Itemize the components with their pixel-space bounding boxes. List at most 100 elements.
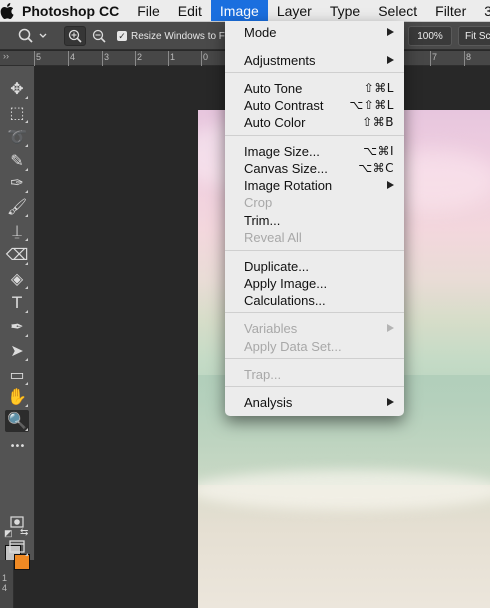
eyedropper-icon: ✑ — [10, 173, 24, 192]
move-tool[interactable]: ✥ — [5, 78, 29, 100]
submenu-arrow-icon — [387, 28, 394, 36]
menu-item-auto-color[interactable]: Auto Color ⇧⌘B — [225, 114, 404, 131]
lasso-tool[interactable]: ➰ — [5, 126, 29, 148]
tools-panel: ✥ ⬚ ➰ ✎ ✑ 🖌 ⍊ ⌫ ◈ T ✒ ➤ ▭ ✋ 🔍 ••• ◩ ⇆ — [0, 66, 35, 570]
rectangle-icon: ▭ — [9, 365, 25, 384]
rectangle-tool[interactable]: ▭ — [5, 364, 29, 386]
pen-icon: ✒ — [10, 317, 24, 336]
menu-item-calculations[interactable]: Calculations... — [225, 292, 404, 309]
type-icon: T — [12, 293, 22, 312]
menu-item-shortcut: ⌥⌘I — [363, 144, 394, 158]
menu-item-label: Auto Tone — [244, 81, 303, 96]
menu-separator — [225, 312, 404, 313]
vertical-ruler-label: 4 — [2, 583, 8, 593]
ruler-label: 2 — [137, 52, 143, 62]
eyedropper-tool[interactable]: ✑ — [5, 172, 29, 194]
brush-icon: 🖌 — [6, 197, 28, 216]
menu-item-label: Trap... — [244, 367, 282, 382]
menu-file[interactable]: File — [128, 0, 169, 21]
quick-selection-icon: ✎ — [10, 151, 24, 170]
paint-bucket-icon: ◈ — [10, 269, 24, 288]
menu-photoshop-cc[interactable]: Photoshop CC — [14, 0, 128, 21]
menu-3[interactable]: 3 — [475, 0, 490, 21]
menu-item-label: Duplicate... — [244, 259, 310, 274]
path-selection-tool[interactable]: ➤ — [5, 340, 29, 362]
menu-separator — [225, 358, 404, 359]
menu-item-label: Auto Contrast — [244, 98, 324, 113]
quick-mask-icon[interactable] — [5, 511, 29, 533]
lasso-icon: ➰ — [7, 127, 27, 146]
ruler-label: 7 — [432, 52, 438, 62]
menu-item-label: Calculations... — [244, 293, 326, 308]
menu-image[interactable]: Image — [210, 0, 268, 21]
zoom-icon: 🔍 — [7, 411, 27, 430]
menu-item-analysis[interactable]: Analysis — [225, 394, 404, 411]
resize-windows-option[interactable]: ✓ Resize Windows to Fi — [117, 26, 227, 46]
zoom-tool[interactable]: 🔍 — [5, 410, 29, 432]
ruler-label: 5 — [36, 52, 42, 62]
menu-item-image-rotation[interactable]: Image Rotation — [225, 177, 404, 194]
type-tool[interactable]: T — [5, 292, 29, 314]
paint-bucket-tool[interactable]: ◈ — [5, 268, 29, 290]
fit-screen-button[interactable]: Fit Sc — [458, 26, 490, 46]
menu-item-adjustments[interactable]: Adjustments — [225, 52, 404, 69]
tool-preset-picker[interactable] — [18, 26, 48, 46]
resize-windows-checkbox[interactable]: ✓ — [117, 31, 127, 41]
menu-layer[interactable]: Layer — [268, 0, 321, 21]
submenu-arrow-icon — [387, 398, 394, 406]
ruler-label: 8 — [466, 52, 472, 62]
eraser-tool[interactable]: ⌫ — [5, 244, 29, 266]
menu-item-shortcut: ⇧⌘L — [363, 81, 394, 95]
submenu-arrow-icon — [387, 324, 394, 332]
menu-separator — [225, 72, 404, 73]
more-tools[interactable]: ••• — [5, 436, 29, 458]
menu-item-trap: Trap... — [225, 366, 404, 383]
apple-menu-icon[interactable] — [0, 0, 14, 21]
menu-item-duplicate[interactable]: Duplicate... — [225, 258, 404, 275]
menu-item-apply-image[interactable]: Apply Image... — [225, 275, 404, 292]
panel-collapse-icon[interactable]: ›› — [3, 51, 9, 61]
quick-selection-tool[interactable]: ✎ — [5, 150, 29, 172]
ruler-tick — [102, 51, 103, 66]
menu-item-label: Apply Image... — [244, 276, 328, 291]
zoom-100-button[interactable]: 100% — [408, 26, 452, 46]
menu-item-image-size[interactable]: Image Size... ⌥⌘I — [225, 143, 404, 160]
menu-item-canvas-size[interactable]: Canvas Size... ⌥⌘C — [225, 160, 404, 177]
menu-separator — [225, 250, 404, 251]
marquee-tool[interactable]: ⬚ — [5, 102, 29, 124]
hand-icon: ✋ — [7, 387, 27, 406]
submenu-arrow-icon — [387, 56, 394, 64]
menu-item-label: Image Size... — [244, 144, 320, 159]
pen-tool[interactable]: ✒ — [5, 316, 29, 338]
menu-type[interactable]: Type — [321, 0, 369, 21]
zoom-out-button[interactable] — [90, 26, 108, 46]
vertical-ruler[interactable]: 1 4 — [0, 560, 14, 608]
zoom-icon — [18, 28, 47, 43]
menu-filter[interactable]: Filter — [426, 0, 475, 21]
menu-item-trim[interactable]: Trim... — [225, 212, 404, 229]
menu-edit[interactable]: Edit — [169, 0, 211, 21]
ruler-tick — [135, 51, 136, 66]
menu-item-label: Trim... — [244, 213, 281, 228]
ruler-tick — [68, 51, 69, 66]
screen-mode-icon[interactable] — [5, 535, 29, 557]
menu-item-label: Canvas Size... — [244, 161, 328, 176]
submenu-arrow-icon — [387, 181, 394, 189]
menu-item-shortcut: ⇧⌘B — [362, 115, 394, 129]
menu-item-label: Apply Data Set... — [244, 339, 342, 354]
menu-item-reveal-all: Reveal All — [225, 229, 404, 246]
menu-item-apply-data-set: Apply Data Set... — [225, 338, 404, 355]
zoom-in-button[interactable] — [64, 26, 86, 46]
clone-stamp-icon: ⍊ — [12, 221, 22, 240]
menu-item-mode[interactable]: Mode — [225, 24, 404, 41]
brush-tool[interactable]: 🖌 — [5, 196, 29, 218]
menu-item-label: Variables — [244, 321, 298, 336]
resize-windows-label: Resize Windows to Fi — [131, 30, 228, 42]
menu-item-auto-contrast[interactable]: Auto Contrast ⌥⇧⌘L — [225, 97, 404, 114]
menu-select[interactable]: Select — [369, 0, 426, 21]
clone-stamp-tool[interactable]: ⍊ — [5, 220, 29, 242]
hand-tool[interactable]: ✋ — [5, 386, 29, 408]
image-menu-dropdown: Mode Adjustments Auto Tone ⇧⌘L Auto Contrast… — [225, 21, 404, 416]
menu-item-auto-tone[interactable]: Auto Tone ⇧⌘L — [225, 80, 404, 97]
menu-item-label: Mode — [244, 25, 277, 40]
